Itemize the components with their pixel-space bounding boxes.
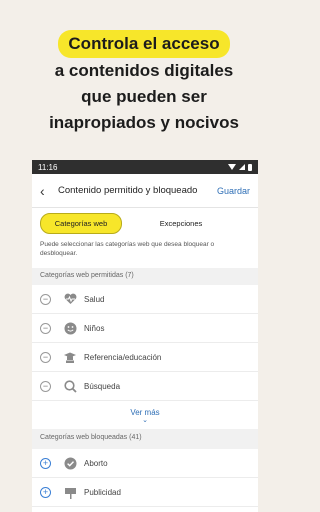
category-label: Niños [84, 323, 105, 333]
status-time: 11:16 [38, 162, 58, 172]
category-label: Referencia/educación [84, 352, 162, 362]
hero-line-3: que pueden ser [81, 87, 207, 106]
check-badge-icon [63, 456, 77, 470]
category-label: Publicidad [84, 487, 121, 497]
remove-icon[interactable]: − [40, 293, 51, 305]
category-label: Búsqueda [84, 381, 121, 391]
category-label: Salud [84, 294, 105, 304]
signpost-icon [63, 485, 77, 499]
blocked-section-header: Categorías web bloqueadas (41) [32, 429, 258, 449]
heart-pulse-icon [63, 292, 77, 306]
smiley-face-icon [63, 321, 77, 335]
category-row-publicidad[interactable]: + Publicidad [32, 478, 258, 507]
magnifier-icon [63, 379, 77, 393]
tab-bar: Categorías web Excepciones [32, 208, 258, 238]
signal-icon [239, 164, 245, 170]
phone-screen: 11:16 ‹ Contenido permitido y bloqueado … [32, 160, 258, 512]
description-text: Puede seleccionar las categorías web que… [40, 241, 215, 257]
remove-icon[interactable]: − [40, 322, 51, 334]
save-button[interactable]: Guardar [217, 186, 250, 196]
wifi-icon [228, 164, 236, 170]
category-row-aborto[interactable]: + Aborto [32, 449, 258, 478]
tab-web-categories[interactable]: Categorías web [40, 212, 122, 234]
hero-line-1: Controla el acceso [58, 30, 230, 58]
category-row-ninos[interactable]: − Niños [32, 314, 258, 343]
add-icon[interactable]: + [40, 486, 51, 498]
category-label: Aborto [84, 458, 108, 468]
page-title: Contenido permitido y bloqueado [58, 185, 198, 196]
hero-line-4: inapropiados y nocivos [49, 113, 239, 132]
see-more-label: Ver más [130, 408, 160, 417]
category-row-busqueda[interactable]: − Búsqueda [32, 372, 258, 401]
status-bar: 11:16 [32, 160, 258, 174]
remove-icon[interactable]: − [40, 380, 51, 392]
back-arrow-icon[interactable]: ‹ [40, 183, 56, 199]
category-row-referencia[interactable]: − Referencia/educación [32, 343, 258, 372]
hero-heading: Controla el acceso a contenidos digitale… [0, 30, 288, 136]
graduation-cap-icon [63, 350, 77, 364]
add-icon[interactable]: + [40, 457, 51, 469]
app-bar: ‹ Contenido permitido y bloqueado Guarda… [32, 174, 258, 208]
hero-line-2: a contenidos digitales [54, 61, 234, 80]
see-more-link[interactable]: Ver más ⌄ [32, 401, 258, 429]
battery-icon [248, 163, 252, 171]
allowed-section-header: Categorías web permitidas (7) [32, 268, 258, 285]
chevron-down-icon: ⌄ [142, 417, 148, 424]
category-row-salud[interactable]: − Salud [32, 285, 258, 314]
tab-exceptions[interactable]: Excepciones [148, 214, 214, 233]
remove-icon[interactable]: − [40, 351, 51, 363]
